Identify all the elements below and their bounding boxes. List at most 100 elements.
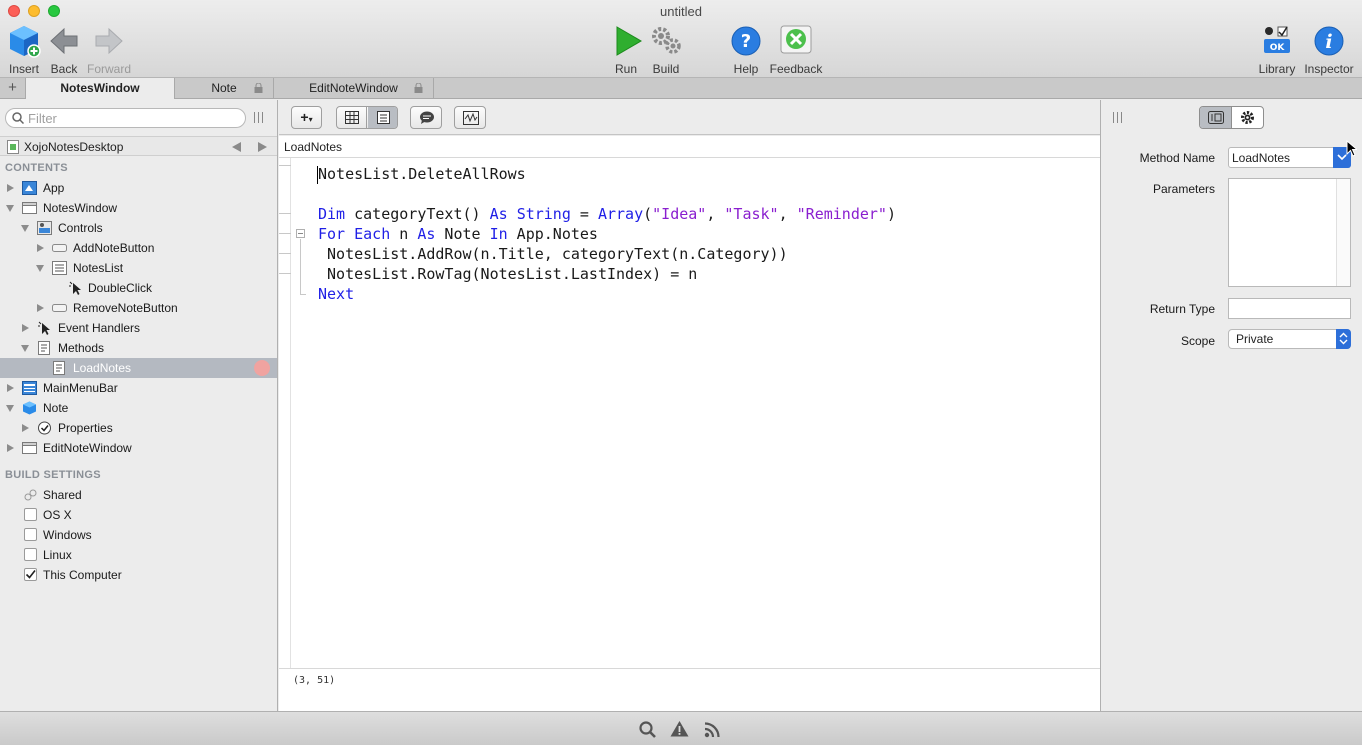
forward-label: Forward xyxy=(86,62,131,76)
search-icon[interactable] xyxy=(639,721,656,738)
tree-item-loadnotes[interactable]: LoadNotes xyxy=(0,358,277,378)
return-type-label: Return Type xyxy=(1149,302,1215,316)
tree-item-properties[interactable]: Properties xyxy=(0,418,277,438)
tab-note[interactable]: Note xyxy=(175,78,274,99)
controls-icon xyxy=(37,221,52,235)
disclosure-icon[interactable] xyxy=(22,324,29,332)
forward-button[interactable]: Forward xyxy=(86,24,132,76)
library-icon: OK xyxy=(1260,24,1294,58)
rss-feed-icon[interactable] xyxy=(704,721,721,738)
tree-item-app[interactable]: App xyxy=(0,178,277,198)
svg-text:?: ? xyxy=(741,31,751,52)
scope-label: Scope xyxy=(1180,334,1215,348)
tab-label: EditNoteWindow xyxy=(309,81,398,95)
disclosure-icon[interactable] xyxy=(37,244,44,252)
build-item-this-computer[interactable]: This Computer xyxy=(0,565,277,585)
code-line-4: For Each n As Note In App.Notes xyxy=(318,225,598,243)
library-label: Library xyxy=(1258,62,1296,76)
disclosure-icon[interactable] xyxy=(22,424,29,432)
fold-toggle-icon[interactable] xyxy=(296,229,305,238)
disclosure-icon[interactable] xyxy=(6,205,14,212)
tree-item-addnotebutton[interactable]: AddNoteButton xyxy=(0,238,277,258)
back-button[interactable]: Back xyxy=(46,24,82,76)
tree-item-label: LoadNotes xyxy=(73,361,132,375)
tree-item-note[interactable]: Note xyxy=(0,398,277,418)
list-view-button[interactable] xyxy=(368,107,397,128)
tree-item-noteswindow[interactable]: NotesWindow xyxy=(0,198,277,218)
windows-checkbox[interactable] xyxy=(24,528,37,541)
help-label: Help xyxy=(733,62,759,76)
disclosure-icon[interactable] xyxy=(7,184,14,192)
disclosure-icon[interactable] xyxy=(21,345,29,352)
build-label: Build xyxy=(652,62,680,76)
tree-item-event-handlers[interactable]: Event Handlers xyxy=(0,318,277,338)
tab-editnotewindow[interactable]: EditNoteWindow xyxy=(274,78,434,99)
profiler-button[interactable] xyxy=(454,106,486,129)
sidebar-resize-grip[interactable] xyxy=(254,112,263,123)
code-line-7: Next xyxy=(318,285,355,303)
fold-guide xyxy=(300,239,301,295)
build-settings-header: BUILD SETTINGS xyxy=(5,469,101,481)
osx-checkbox[interactable] xyxy=(24,508,37,521)
project-file-icon xyxy=(7,140,19,154)
comment-button[interactable] xyxy=(410,106,442,129)
run-button[interactable]: Run xyxy=(606,24,646,76)
tree-item-noteslist[interactable]: NotesList xyxy=(0,258,277,278)
linux-checkbox[interactable] xyxy=(24,548,37,561)
parameters-scrollbar[interactable] xyxy=(1336,179,1350,286)
window-title: untitled xyxy=(660,4,702,19)
tree-item-mainmenubar[interactable]: MainMenuBar xyxy=(0,378,277,398)
tree-item-controls[interactable]: Controls xyxy=(0,218,277,238)
library-button[interactable]: OK Library xyxy=(1257,24,1297,76)
build-button[interactable]: Build xyxy=(646,24,686,76)
scope-select[interactable]: Private xyxy=(1228,329,1351,349)
inspector-properties-tab[interactable] xyxy=(1200,107,1232,128)
grid-view-button[interactable] xyxy=(337,107,367,128)
tree-item-methods[interactable]: Methods xyxy=(0,338,277,358)
warning-icon[interactable] xyxy=(670,720,689,737)
nav-forward-icon[interactable] xyxy=(258,142,267,152)
build-item-shared[interactable]: Shared xyxy=(0,485,277,505)
shared-link-icon xyxy=(24,489,37,501)
scope-value: Private xyxy=(1236,332,1274,346)
filter-field[interactable] xyxy=(5,108,246,128)
lock-icon xyxy=(414,83,423,93)
insert-button[interactable]: Insert xyxy=(4,24,44,76)
tree-item-removenotebutton[interactable]: RemoveNoteButton xyxy=(0,298,277,318)
new-tab-button[interactable]: + xyxy=(0,78,26,99)
build-item-windows[interactable]: Windows xyxy=(0,525,277,545)
disclosure-icon[interactable] xyxy=(36,265,44,272)
filter-input[interactable] xyxy=(28,111,238,126)
menubar-icon xyxy=(22,381,37,395)
this-computer-checkbox[interactable] xyxy=(24,568,37,581)
tree-item-editnotewindow[interactable]: EditNoteWindow xyxy=(0,438,277,458)
app-icon xyxy=(22,181,37,195)
method-name-combo[interactable]: LoadNotes xyxy=(1228,147,1351,168)
build-item-label: OS X xyxy=(43,508,72,522)
return-type-field[interactable] xyxy=(1228,298,1351,319)
select-stepper-button[interactable] xyxy=(1336,329,1351,349)
disclosure-icon[interactable] xyxy=(37,304,44,312)
add-menu-button[interactable]: +▾ xyxy=(291,106,322,129)
disclosure-icon[interactable] xyxy=(7,384,14,392)
tree-item-label: DoubleClick xyxy=(88,281,153,295)
help-button[interactable]: ? Help xyxy=(726,24,766,76)
nav-back-icon[interactable] xyxy=(232,142,241,152)
disclosure-icon[interactable] xyxy=(7,444,14,452)
code-editor[interactable]: NotesList.DeleteAllRows Dim categoryText… xyxy=(279,158,1100,668)
inspector-settings-tab[interactable] xyxy=(1232,107,1263,128)
button-control-icon xyxy=(52,244,67,252)
tree-item-doubleclick[interactable]: DoubleClick xyxy=(0,278,277,298)
feedback-button[interactable]: Feedback xyxy=(768,24,824,76)
inspector-resize-grip[interactable] xyxy=(1113,112,1122,123)
build-item-osx[interactable]: OS X xyxy=(0,505,277,525)
run-label: Run xyxy=(614,62,637,76)
breakpoint-indicator[interactable] xyxy=(254,360,270,376)
tab-bar: + NotesWindow Note EditNoteWindow xyxy=(0,78,1362,99)
inspector-button[interactable]: i Inspector xyxy=(1302,24,1356,76)
build-item-linux[interactable]: Linux xyxy=(0,545,277,565)
disclosure-icon[interactable] xyxy=(6,405,14,412)
disclosure-icon[interactable] xyxy=(21,225,29,232)
tab-noteswindow[interactable]: NotesWindow xyxy=(26,78,175,99)
parameters-textarea[interactable] xyxy=(1228,178,1351,287)
